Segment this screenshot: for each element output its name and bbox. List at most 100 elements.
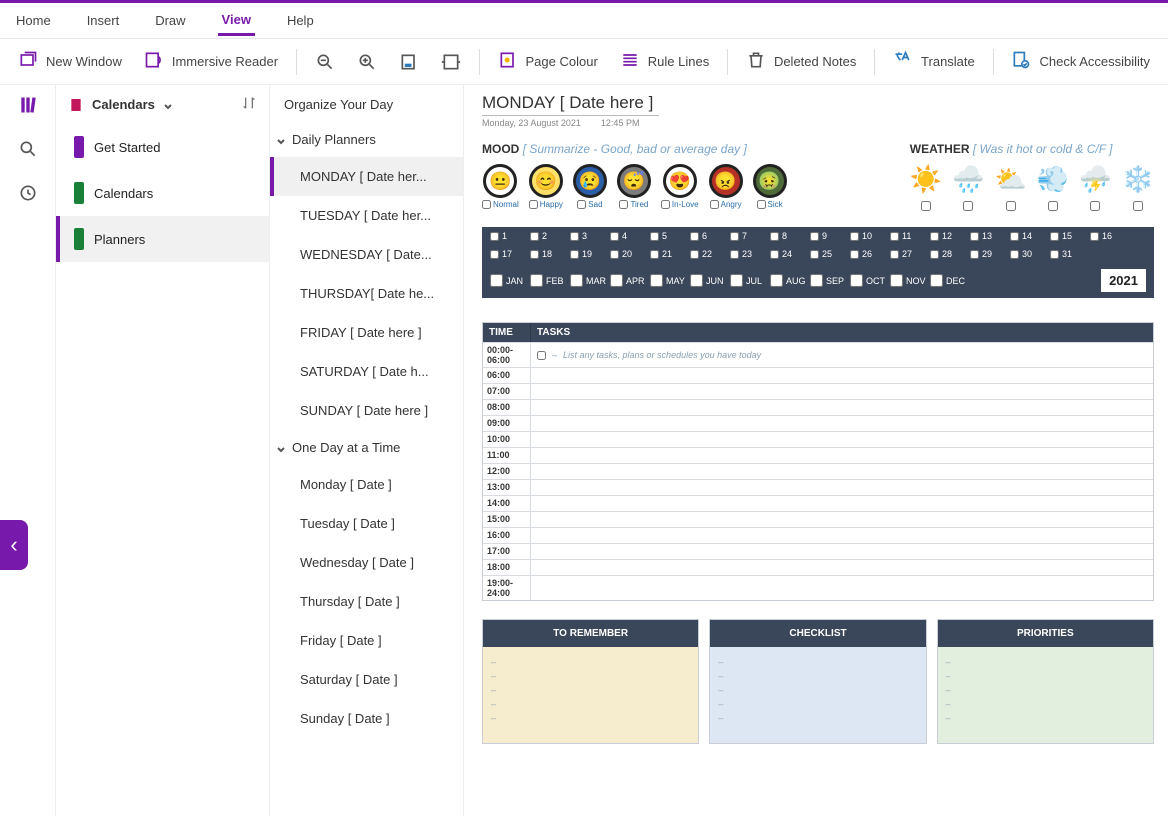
day-1[interactable]: 1: [490, 231, 530, 241]
day-5[interactable]: 5: [650, 231, 690, 241]
day-28[interactable]: 28: [930, 249, 970, 259]
day-29[interactable]: 29: [970, 249, 1010, 259]
day-24[interactable]: 24: [770, 249, 810, 259]
day-31[interactable]: 31: [1050, 249, 1090, 259]
weather-option-1[interactable]: 🌧️: [952, 164, 984, 211]
page-colour-button[interactable]: Page Colour: [490, 46, 606, 77]
task-row[interactable]: 00:00-06:00 – List any tasks, plans or s…: [483, 342, 1153, 367]
check-accessibility-button[interactable]: Check Accessibility: [1003, 46, 1158, 77]
menu-draw[interactable]: Draw: [151, 7, 189, 34]
section-get-started[interactable]: Get Started: [56, 124, 269, 170]
deleted-notes-button[interactable]: Deleted Notes: [738, 46, 864, 77]
immersive-reader-button[interactable]: Immersive Reader: [136, 46, 286, 77]
weather-checkbox[interactable]: [1006, 201, 1016, 211]
mood-normal[interactable]: 😐Normal: [482, 164, 519, 209]
day-17[interactable]: 17: [490, 249, 530, 259]
task-row[interactable]: 10:00: [483, 431, 1153, 447]
day-3[interactable]: 3: [570, 231, 610, 241]
feedback-tab[interactable]: ‹: [0, 520, 28, 570]
menu-insert[interactable]: Insert: [83, 7, 124, 34]
page-thursday[interactable]: THURSDAY[ Date he...: [270, 274, 463, 313]
zoom-100-button[interactable]: [391, 48, 427, 76]
weather-checkbox[interactable]: [1133, 201, 1143, 211]
page-group-one-day[interactable]: One Day at a Time: [270, 430, 463, 465]
task-row[interactable]: 15:00: [483, 511, 1153, 527]
day-21[interactable]: 21: [650, 249, 690, 259]
mood-checkbox[interactable]: Normal: [482, 200, 519, 209]
rule-lines-button[interactable]: Rule Lines: [612, 46, 717, 77]
day-25[interactable]: 25: [810, 249, 850, 259]
day-26[interactable]: 26: [850, 249, 890, 259]
day-15[interactable]: 15: [1050, 231, 1090, 241]
page-monday2[interactable]: Monday [ Date ]: [270, 465, 463, 504]
box-remember[interactable]: TO REMEMBER: [482, 619, 699, 744]
page-tuesday[interactable]: TUESDAY [ Date her...: [270, 196, 463, 235]
weather-option-4[interactable]: ⛈️: [1079, 164, 1111, 211]
day-9[interactable]: 9: [810, 231, 850, 241]
zoom-in-button[interactable]: [349, 48, 385, 76]
month-jul[interactable]: JUL: [730, 274, 770, 287]
month-sep[interactable]: SEP: [810, 274, 850, 287]
day-30[interactable]: 30: [1010, 249, 1050, 259]
day-6[interactable]: 6: [690, 231, 730, 241]
task-row[interactable]: 12:00: [483, 463, 1153, 479]
mood-checkbox[interactable]: Sick: [757, 200, 783, 209]
mood-checkbox[interactable]: Angry: [710, 200, 742, 209]
page-saturday2[interactable]: Saturday [ Date ]: [270, 660, 463, 699]
task-checkbox[interactable]: [537, 351, 546, 360]
weather-option-3[interactable]: 💨: [1037, 164, 1069, 211]
month-mar[interactable]: MAR: [570, 274, 610, 287]
month-nov[interactable]: NOV: [890, 274, 930, 287]
month-feb[interactable]: FEB: [530, 274, 570, 287]
day-18[interactable]: 18: [530, 249, 570, 259]
task-row[interactable]: 07:00: [483, 383, 1153, 399]
page-tuesday2[interactable]: Tuesday [ Date ]: [270, 504, 463, 543]
task-row[interactable]: 17:00: [483, 543, 1153, 559]
page-canvas[interactable]: MONDAY [ Date here ] Monday, 23 August 2…: [464, 85, 1168, 816]
menu-help[interactable]: Help: [283, 7, 318, 34]
mood-checkbox[interactable]: Tired: [619, 200, 648, 209]
task-row[interactable]: 18:00: [483, 559, 1153, 575]
weather-option-2[interactable]: ⛅: [995, 164, 1027, 211]
day-20[interactable]: 20: [610, 249, 650, 259]
task-row[interactable]: 06:00: [483, 367, 1153, 383]
page-sunday[interactable]: SUNDAY [ Date here ]: [270, 391, 463, 430]
weather-checkbox[interactable]: [1090, 201, 1100, 211]
day-7[interactable]: 7: [730, 231, 770, 241]
month-jun[interactable]: JUN: [690, 274, 730, 287]
mood-sad[interactable]: 😢Sad: [573, 164, 607, 209]
day-4[interactable]: 4: [610, 231, 650, 241]
mood-checkbox[interactable]: Happy: [529, 200, 563, 209]
sort-icon[interactable]: [241, 95, 257, 114]
section-planners[interactable]: Planners: [56, 216, 269, 262]
section-calendars[interactable]: Calendars: [56, 170, 269, 216]
mood-in-love[interactable]: 😍In-Love: [661, 164, 699, 209]
day-2[interactable]: 2: [530, 231, 570, 241]
month-aug[interactable]: AUG: [770, 274, 810, 287]
day-16[interactable]: 16: [1090, 231, 1130, 241]
weather-checkbox[interactable]: [1048, 201, 1058, 211]
box-priorities[interactable]: PRIORITIES: [937, 619, 1154, 744]
page-monday[interactable]: MONDAY [ Date her...: [270, 157, 463, 196]
page-group-daily-planners[interactable]: Daily Planners: [270, 122, 463, 157]
task-row[interactable]: 08:00: [483, 399, 1153, 415]
day-23[interactable]: 23: [730, 249, 770, 259]
mood-happy[interactable]: 😊Happy: [529, 164, 563, 209]
month-may[interactable]: MAY: [650, 274, 690, 287]
notebook-picker[interactable]: Calendars: [56, 85, 269, 124]
task-row[interactable]: 16:00: [483, 527, 1153, 543]
page-thursday2[interactable]: Thursday [ Date ]: [270, 582, 463, 621]
page-friday[interactable]: FRIDAY [ Date here ]: [270, 313, 463, 352]
weather-option-0[interactable]: ☀️: [910, 164, 942, 211]
day-19[interactable]: 19: [570, 249, 610, 259]
weather-checkbox[interactable]: [921, 201, 931, 211]
day-27[interactable]: 27: [890, 249, 930, 259]
task-row[interactable]: 19:00-24:00: [483, 575, 1153, 600]
month-dec[interactable]: DEC: [930, 274, 970, 287]
page-wednesday[interactable]: WEDNESDAY [ Date...: [270, 235, 463, 274]
page-wednesday2[interactable]: Wednesday [ Date ]: [270, 543, 463, 582]
menu-home[interactable]: Home: [12, 7, 55, 34]
page-title[interactable]: MONDAY [ Date here ]: [482, 93, 659, 116]
day-11[interactable]: 11: [890, 231, 930, 241]
month-jan[interactable]: JAN: [490, 274, 530, 287]
